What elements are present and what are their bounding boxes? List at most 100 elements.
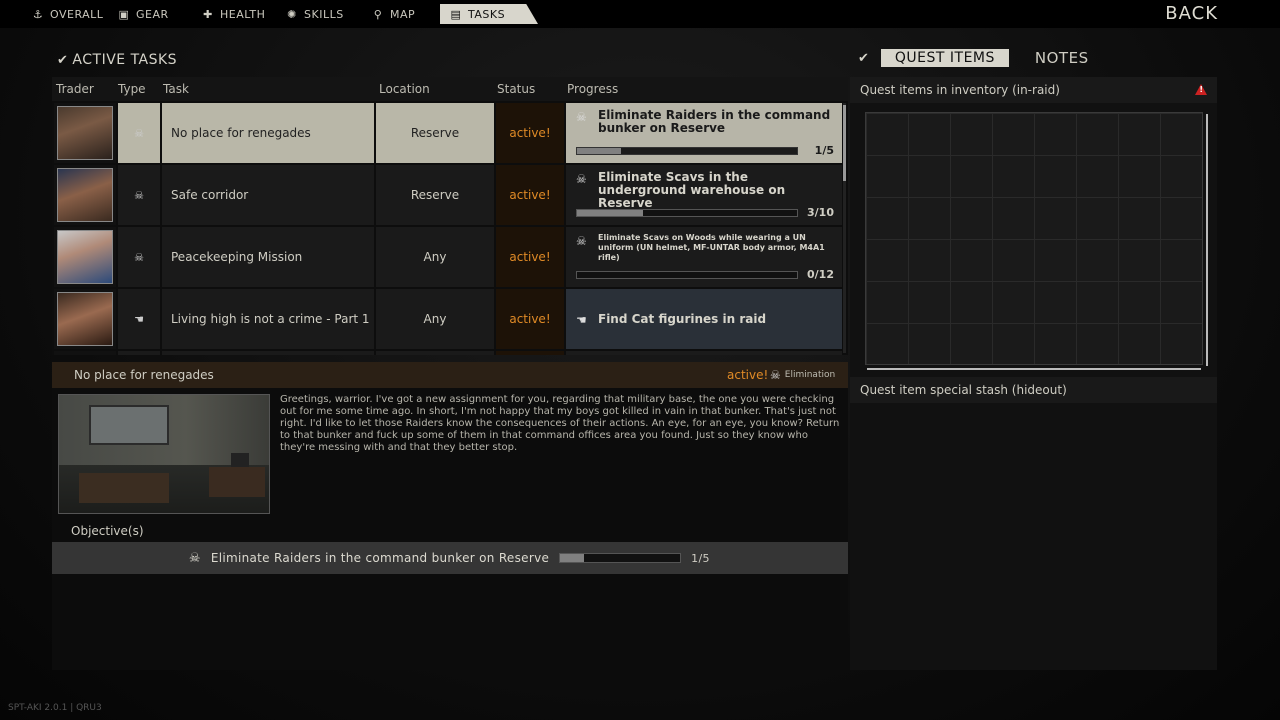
grid-scrollbar-horizontal[interactable]	[867, 368, 1201, 370]
vest-icon: ▣	[118, 7, 130, 21]
header-task[interactable]: Task	[163, 82, 189, 96]
tab-label: GEAR	[136, 7, 169, 21]
check-circle-icon: ✔	[858, 50, 869, 66]
table-row[interactable]	[52, 351, 848, 355]
clipboard-icon: ▤	[450, 7, 462, 21]
progress-bar	[576, 208, 798, 217]
stash-header: Quest item special stash (hideout)	[850, 377, 1217, 403]
table-row[interactable]: ☚ Living high is not a crime - Part 1 An…	[52, 289, 848, 349]
skull-icon: ☠	[770, 368, 781, 382]
exclamation-icon: !	[1199, 85, 1203, 94]
tab-map[interactable]: ⚲ MAP	[362, 4, 438, 24]
tab-quest-items[interactable]: QUEST ITEMS	[880, 49, 1009, 67]
status-badge: active!	[496, 103, 564, 163]
cross-icon: ✚	[203, 7, 213, 21]
status-cell	[496, 351, 564, 355]
status-badge: active!	[496, 165, 564, 225]
table-scroll-thumb[interactable]	[843, 105, 846, 181]
tab-label: HEALTH	[220, 7, 266, 21]
tab-label: SKILLS	[304, 7, 344, 21]
trader-cell	[54, 103, 116, 163]
quest-items-grid[interactable]	[865, 112, 1203, 365]
status-badge: active!	[496, 289, 564, 349]
progress-cell: ☠ Eliminate Scavs in the underground war…	[566, 165, 842, 225]
quest-items-panel: Quest items in inventory (in-raid) ! Que…	[850, 77, 1217, 670]
header-trader[interactable]: Trader	[56, 82, 94, 96]
skull-icon: ☠	[118, 103, 160, 163]
objective-count: 1/5	[691, 551, 710, 565]
header-location[interactable]: Location	[379, 82, 430, 96]
progress-cell: ☚ Find Cat figurines in raid	[566, 289, 842, 349]
active-tasks-title: ✔ ACTIVE TASKS	[57, 52, 177, 68]
tab-notes[interactable]: NOTES	[1035, 49, 1089, 67]
tab-tasks[interactable]: ▤ TASKS	[440, 4, 538, 24]
progress-count: 3/10	[807, 206, 834, 219]
header-type[interactable]: Type	[118, 82, 146, 96]
progress-count: 0/12	[807, 268, 834, 281]
grid-scrollbar-vertical[interactable]	[1206, 114, 1208, 366]
tab-skills[interactable]: ✺ SKILLS	[276, 4, 360, 24]
tab-label: OVERALL	[50, 7, 104, 21]
table-row[interactable]: ☠ No place for renegades Reserve active!…	[52, 103, 848, 163]
progress-bar	[576, 270, 798, 279]
task-name: Safe corridor	[171, 188, 249, 202]
tab-label: TASKS	[468, 7, 506, 21]
trader-portrait	[57, 230, 113, 284]
task-name-cell	[162, 351, 374, 355]
active-tasks-label: ACTIVE TASKS	[72, 52, 178, 68]
objective-text: Find Cat figurines in raid	[598, 311, 767, 326]
quest-image	[58, 394, 270, 514]
task-detail-header: No place for renegades active! ☠ Elimina…	[52, 362, 848, 388]
task-name-cell: Peacekeeping Mission	[162, 227, 374, 287]
detail-type: ☠ Elimination	[770, 368, 835, 382]
location: Reserve	[410, 126, 460, 140]
tab-health[interactable]: ✚ HEALTH	[192, 4, 274, 24]
tab-label: MAP	[390, 7, 416, 21]
tasks-table: Trader Type Task Location Status Progres…	[52, 77, 848, 355]
tab-overall[interactable]: ⚓ OVERALL	[22, 4, 108, 24]
right-tabs: ✔ QUEST ITEMS NOTES	[858, 49, 1089, 67]
objectives-label: Objective(s)	[71, 524, 144, 538]
progress-cell: ☠ Eliminate Scavs on Woods while wearing…	[566, 227, 842, 287]
status-badge: active!	[496, 227, 564, 287]
objective-text: Eliminate Scavs on Woods while wearing a…	[598, 233, 825, 262]
task-name-cell: Living high is not a crime - Part 1	[162, 289, 374, 349]
hand-icon: ☚	[576, 312, 587, 327]
trader-portrait	[57, 168, 113, 222]
header-progress[interactable]: Progress	[567, 82, 618, 96]
objective-text: Eliminate Scavs in the underground wareh…	[598, 170, 786, 210]
objective-row: ☠ Eliminate Raiders in the command bunke…	[52, 542, 848, 574]
location-cell	[376, 351, 494, 355]
location: Reserve	[410, 188, 460, 202]
anchor-icon: ⚓	[32, 7, 44, 21]
detail-title: No place for renegades	[74, 368, 214, 382]
objective-progress-bar	[559, 553, 682, 563]
bulb-icon: ✺	[287, 7, 297, 21]
objective-text: Eliminate Raiders in the command bunker …	[598, 108, 831, 135]
progress-cell: ☠ Eliminate Raiders in the command bunke…	[566, 103, 842, 163]
hand-icon: ☚	[118, 289, 160, 349]
inventory-header: Quest items in inventory (in-raid) !	[850, 77, 1217, 103]
table-row[interactable]: ☠ Safe corridor Reserve active! ☠ Elimin…	[52, 165, 848, 225]
trader-portrait	[57, 292, 113, 346]
task-name: No place for renegades	[171, 126, 311, 140]
location-cell: Reserve	[376, 165, 494, 225]
version-footer: SPT-AKI 2.0.1 | QRU3	[8, 703, 102, 713]
progress-cell	[566, 351, 842, 355]
location-cell: Any	[376, 227, 494, 287]
detail-status: active!	[727, 368, 769, 382]
skull-icon: ☠	[118, 227, 160, 287]
tab-gear[interactable]: ▣ GEAR	[108, 4, 190, 24]
table-header: Trader Type Task Location Status Progres…	[52, 77, 848, 101]
skull-icon: ☠	[576, 234, 587, 248]
skull-icon: ☠	[576, 110, 587, 124]
quest-description: Greetings, warrior. I've got a new assig…	[280, 394, 840, 453]
location-cell: Reserve	[376, 103, 494, 163]
back-button[interactable]: BACK	[1165, 3, 1218, 24]
stash-label: Quest item special stash (hideout)	[860, 383, 1067, 397]
progress-count: 1/5	[814, 144, 834, 157]
top-nav: ⚓ OVERALL ▣ GEAR ✚ HEALTH ✺ SKILLS ⚲ MAP…	[0, 0, 1280, 28]
table-row[interactable]: ☠ Peacekeeping Mission Any active! ☠ Eli…	[52, 227, 848, 287]
trader-cell	[54, 289, 116, 349]
header-status[interactable]: Status	[497, 82, 535, 96]
